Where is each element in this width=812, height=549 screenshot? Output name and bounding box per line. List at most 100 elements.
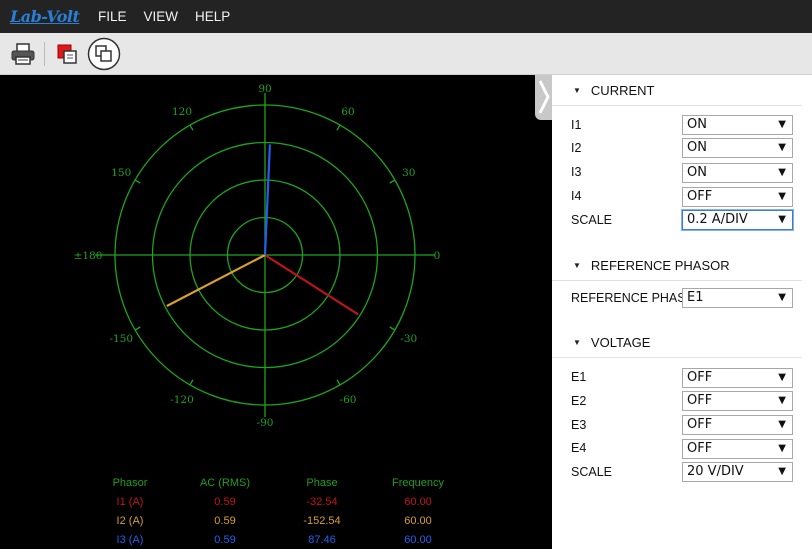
angle-label: 60 [341,106,354,118]
panel-toggle-tab[interactable] [535,75,553,120]
table-cell: 0.59 [214,496,235,508]
lab-volt-logo: Lab-Volt [10,7,80,27]
reference-section-header[interactable]: ▼ REFERENCE PHASOR [552,251,802,281]
table-cell: -152.54 [303,515,340,527]
angle-label: -30 [400,333,417,345]
caret-down-icon: ▼ [573,86,581,95]
angle-tick [389,326,396,331]
angle-label: 150 [111,167,131,179]
dropdown-arrow-icon: ▼ [778,191,786,202]
i1-select[interactable]: ON ▼ [682,115,793,135]
e2-select-value: OFF [687,393,713,408]
angle-tick [336,124,341,131]
freeze-icon [87,37,121,71]
angle-label: -150 [109,333,133,345]
dropdown-arrow-icon: ▼ [778,372,786,383]
copy-image-button[interactable] [51,38,83,70]
voltage-section-title: VOLTAGE [590,335,651,350]
reference-phasor-value: E1 [687,290,704,305]
table-header: Phasor [113,477,148,489]
angle-label: 120 [172,106,192,118]
current-scale-label: SCALE [571,213,612,227]
current-scale-value: 0.2 A/DIV [687,212,748,227]
e4-select[interactable]: OFF ▼ [682,439,793,459]
table-cell: I1 (A) [117,496,144,508]
e3-select[interactable]: OFF ▼ [682,415,793,435]
menu-bar: Lab-Volt FILE VIEW HELP [0,0,812,33]
voltage-scale-label: SCALE [571,465,612,479]
i2-select[interactable]: ON ▼ [682,138,793,158]
dropdown-arrow-icon: ▼ [778,167,786,178]
freeze-button[interactable] [87,37,121,71]
e1-select[interactable]: OFF ▼ [682,368,793,388]
logo-text: Lab-Volt [10,6,80,26]
voltage-scale-select[interactable]: 20 V/DIV ▼ [682,462,793,482]
e2-select[interactable]: OFF ▼ [682,391,793,411]
reference-phasor-select[interactable]: E1 ▼ [682,288,793,308]
e4-select-value: OFF [687,441,713,456]
dropdown-arrow-icon: ▼ [778,292,786,303]
i1-label: I1 [571,118,582,132]
angle-label: 0 [434,250,441,262]
table-cell: 60.00 [404,534,432,546]
table-cell: 60.00 [404,496,432,508]
i3-label: I3 [571,165,582,179]
i4-label: I4 [571,189,582,203]
e3-label: E3 [571,418,587,432]
e1-label: E1 [571,370,587,384]
caret-down-icon: ▼ [573,261,581,270]
dropdown-arrow-icon: ▼ [778,466,786,477]
angle-label: -120 [170,394,194,406]
voltage-section-header[interactable]: ▼ VOLTAGE [552,328,802,358]
chevron-right-icon [538,80,550,114]
angle-tick [134,326,141,331]
angle-tick [189,379,194,386]
current-section-title: CURRENT [590,83,655,98]
current-scale-select[interactable]: 0.2 A/DIV ▼ [682,210,793,230]
phasor-line-2 [166,254,266,307]
printer-icon [11,43,35,65]
toolbar [0,33,812,75]
dropdown-arrow-icon: ▼ [778,119,786,130]
current-section-header[interactable]: ▼ CURRENT [552,76,802,106]
i3-select[interactable]: ON ▼ [682,163,793,183]
table-header: AC (RMS) [200,477,250,489]
angle-label: -90 [257,417,274,429]
angle-tick [134,179,141,184]
voltage-scale-value: 20 V/DIV [687,464,744,479]
table-cell: I2 (A) [117,515,144,527]
i2-label: I2 [571,141,582,155]
reference-section-title: REFERENCE PHASOR [590,258,730,273]
i3-select-value: ON [687,165,707,180]
settings-panel: ▼ CURRENT I1 ON ▼ I2 ON ▼ I3 ON ▼ I4 OFF ▼ S… [552,75,812,549]
angle-tick [389,179,396,184]
dropdown-arrow-icon: ▼ [778,395,786,406]
angle-tick [189,124,194,131]
phasor-line-3 [263,144,272,256]
table-cell: 60.00 [404,515,432,527]
dropdown-arrow-icon: ▼ [778,214,786,225]
menu-view[interactable]: VIEW [144,9,179,24]
table-header: Phase [306,477,337,489]
print-button[interactable] [7,38,39,70]
i4-select[interactable]: OFF ▼ [682,187,793,207]
dropdown-arrow-icon: ▼ [778,419,786,430]
caret-down-icon: ▼ [573,338,581,347]
angle-label: -60 [340,394,357,406]
e3-select-value: OFF [687,417,713,432]
angle-label: ±180 [74,250,103,262]
i1-select-value: ON [687,117,707,132]
dropdown-arrow-icon: ▼ [778,142,786,153]
angle-label: 90 [258,83,271,95]
menu-help[interactable]: HELP [195,9,230,24]
angle-tick [336,379,341,386]
i4-select-value: OFF [687,189,713,204]
phasor-diagram: 90 60 30 0 -30 -60 -90 -120 -150 ±180 150 120 Phasor… [74,83,445,546]
copy-image-icon [57,44,77,64]
table-header: Frequency [392,477,444,489]
table-cell: 0.59 [214,534,235,546]
menu-file[interactable]: FILE [98,9,127,24]
phasor-line-1 [264,254,359,316]
table-cell: 87.46 [308,534,336,546]
toolbar-separator [44,42,45,66]
